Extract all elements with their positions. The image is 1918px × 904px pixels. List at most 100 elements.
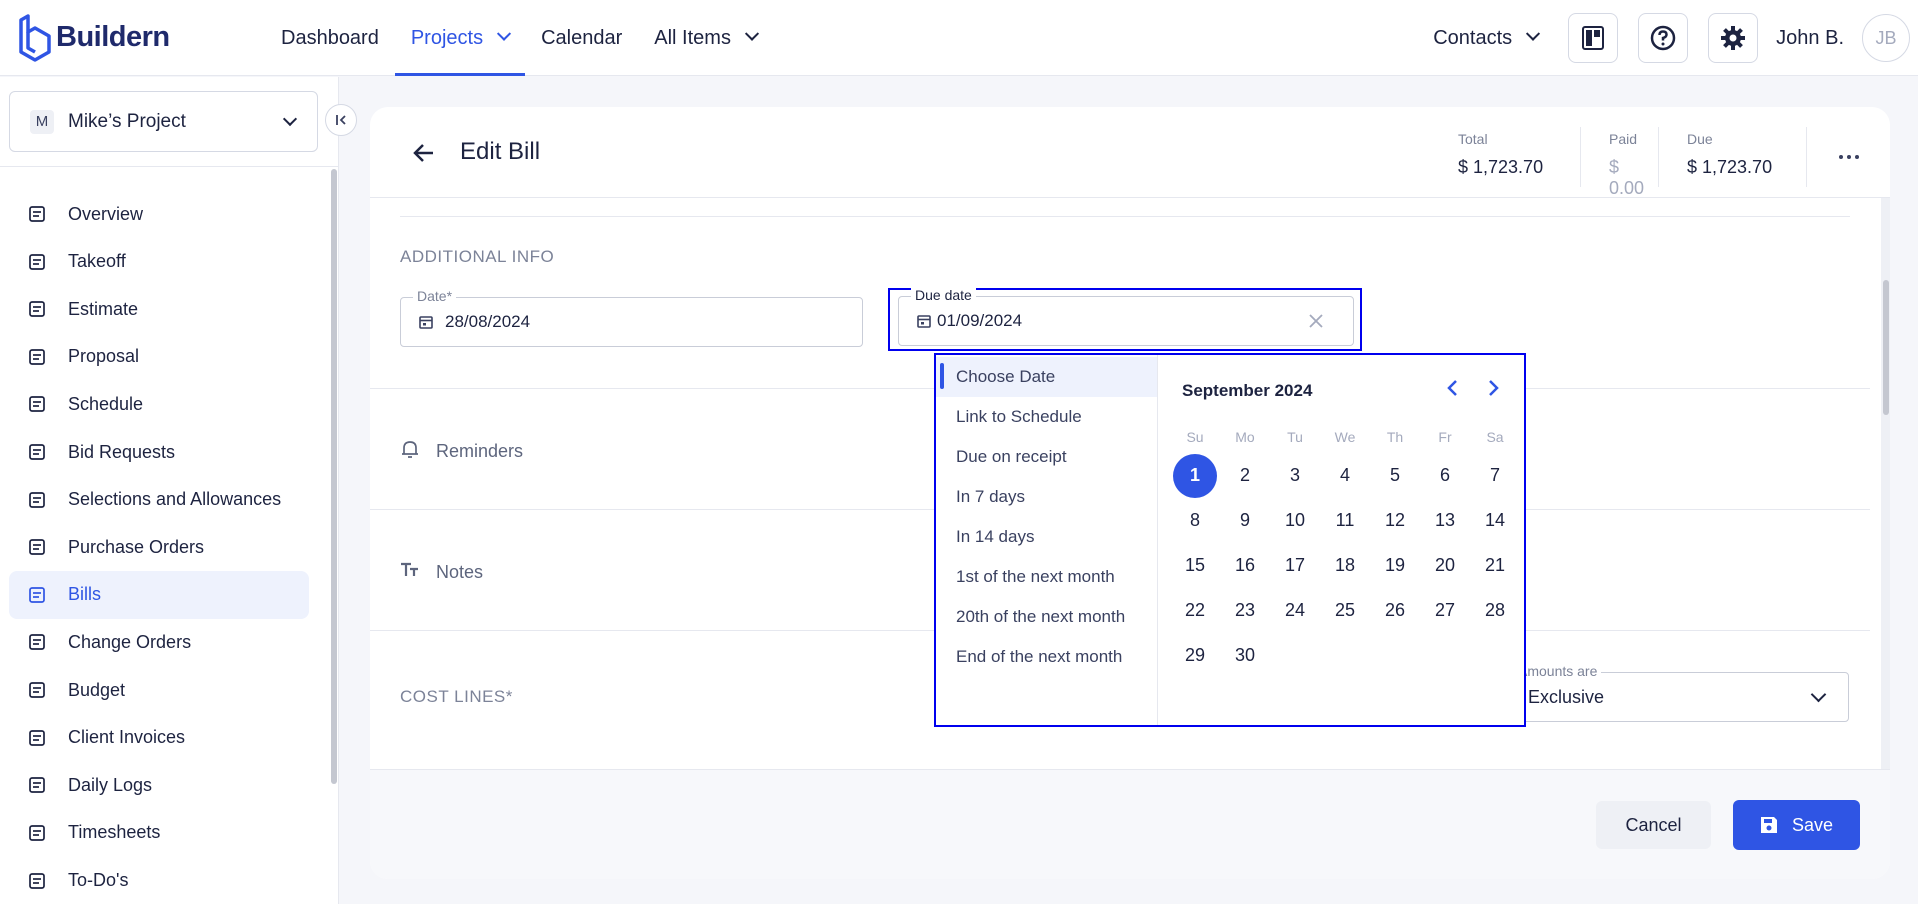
calendar-day[interactable]: 19 (1370, 543, 1420, 588)
date-option-end-of-the-next-month[interactable]: End of the next month (936, 637, 1157, 677)
date-option-choose-date[interactable]: Choose Date (936, 357, 1157, 397)
nav-calendar[interactable]: Calendar (525, 0, 638, 76)
collapse-sidebar-button[interactable] (325, 104, 357, 136)
due-block: Due $ 1,723.70 (1658, 127, 1806, 187)
help-button[interactable] (1638, 13, 1689, 63)
bell-icon (400, 439, 420, 464)
nav-projects[interactable]: Projects (394, 0, 526, 76)
calendar-day[interactable]: 11 (1320, 498, 1370, 543)
sidebar-item-takeoff[interactable]: Takeoff (9, 238, 309, 286)
sidebar-item-label: Takeoff (68, 251, 126, 272)
calendar-day[interactable]: 21 (1470, 543, 1520, 588)
change-order-icon (27, 632, 47, 652)
calendar-day[interactable]: 23 (1220, 588, 1270, 633)
sidebar-item-selections-and-allowances[interactable]: Selections and Allowances (9, 476, 309, 524)
date-option-due-on-receipt[interactable]: Due on receipt (936, 437, 1157, 477)
nav-dashboard[interactable]: Dashboard (265, 0, 395, 76)
calendar-day[interactable]: 2 (1220, 453, 1270, 498)
sidebar-item-bills[interactable]: Bills (9, 570, 309, 619)
sidebar-item-estimate[interactable]: Estimate (9, 285, 309, 333)
buildern-logo[interactable]: Buildern (18, 12, 170, 62)
collapse-icon (336, 115, 346, 125)
sidebar-item-timesheets[interactable]: Timesheets (9, 809, 309, 857)
user-name[interactable]: John B. (1776, 27, 1844, 50)
amounts-select[interactable]: Amounts are Exclusive (1514, 663, 1849, 722)
sidebar-item-bid-requests[interactable]: Bid Requests (9, 428, 309, 476)
calendar-day[interactable]: 4 (1320, 453, 1370, 498)
calendar-day[interactable]: 25 (1320, 588, 1370, 633)
project-badge: M (30, 109, 54, 134)
calendar-day-label: 7 (1489, 465, 1500, 485)
chevron-down-icon (497, 26, 512, 41)
avatar[interactable]: JB (1862, 14, 1910, 62)
sidebar-item-proposal[interactable]: Proposal (9, 333, 309, 381)
calendar-day[interactable]: 12 (1370, 498, 1420, 543)
due-date-label: Due date (911, 287, 976, 303)
date-option-in-7-days[interactable]: In 7 days (936, 477, 1157, 517)
calendar-day[interactable]: 24 (1270, 588, 1320, 633)
nav-all-items[interactable]: All Items (638, 0, 773, 76)
reminders-row[interactable]: Reminders (400, 439, 523, 464)
nav-contacts-label: Contacts (1433, 26, 1513, 49)
nav-contacts[interactable]: Contacts (1433, 26, 1541, 50)
sidebar-item-label: Budget (68, 679, 126, 700)
calendar-day[interactable]: 26 (1370, 588, 1420, 633)
calendar-day[interactable]: 22 (1170, 588, 1220, 633)
next-month-button[interactable] (1486, 379, 1500, 402)
date-option-link-to-schedule[interactable]: Link to Schedule (936, 397, 1157, 437)
back-button[interactable] (412, 141, 436, 170)
sidebar-item-budget[interactable]: Budget (9, 666, 309, 714)
calendar-day-label: 13 (1434, 510, 1456, 530)
calendar-day[interactable]: 14 (1470, 498, 1520, 543)
date-option-1st-of-the-next-month[interactable]: 1st of the next month (936, 557, 1157, 597)
calendar-day[interactable]: 7 (1470, 453, 1520, 498)
sidebar-item-schedule[interactable]: Schedule (9, 380, 309, 428)
sidebar: M Mike’s Project Overview Takeoff Estimate… (0, 77, 339, 904)
more-options-button[interactable] (1806, 127, 1890, 187)
calendar-day[interactable]: 16 (1220, 543, 1270, 588)
sidebar-item-daily-logs[interactable]: Daily Logs (9, 761, 309, 809)
calendar-day[interactable]: 18 (1320, 543, 1370, 588)
calendar-day[interactable]: 20 (1420, 543, 1470, 588)
calendar-day-label: 24 (1284, 600, 1306, 620)
sidebar-item-overview[interactable]: Overview (9, 190, 309, 238)
settings-button[interactable] (1708, 13, 1759, 63)
project-selector[interactable]: M Mike’s Project (9, 91, 318, 152)
clear-date-icon[interactable] (1309, 311, 1323, 334)
calendar-day[interactable]: 30 (1220, 633, 1270, 678)
sidebar-item-to-do-s[interactable]: To-Do's (9, 857, 309, 904)
content-scrollbar-thumb[interactable] (1883, 280, 1889, 415)
calendar-day[interactable]: 29 (1170, 633, 1220, 678)
calendar-day[interactable]: 9 (1220, 498, 1270, 543)
calendar-day-selected[interactable]: 1 (1170, 453, 1220, 498)
calendar-day[interactable]: 15 (1170, 543, 1220, 588)
previous-month-button[interactable] (1446, 379, 1460, 402)
calendar-day[interactable]: 5 (1370, 453, 1420, 498)
top-bar: Buildern Dashboard Projects Calendar All… (0, 0, 1918, 76)
presentation-icon (27, 204, 47, 224)
date-option-20th-of-the-next-month[interactable]: 20th of the next month (936, 597, 1157, 637)
save-label: Save (1791, 814, 1834, 835)
calendar-day[interactable]: 8 (1170, 498, 1220, 543)
due-date-field[interactable]: Due date 01/09/2024 (898, 287, 1354, 346)
sidebar-item-purchase-orders[interactable]: Purchase Orders (9, 523, 309, 571)
chevron-down-icon (282, 111, 298, 126)
sidebar-scrollbar[interactable] (331, 169, 337, 784)
project-name: Mike’s Project (68, 110, 186, 132)
weekday-label: Fr (1438, 429, 1452, 445)
cancel-button[interactable]: Cancel (1596, 801, 1711, 849)
calendar-day[interactable]: 17 (1270, 543, 1320, 588)
date-option-in-14-days[interactable]: In 14 days (936, 517, 1157, 557)
sidebar-item-change-orders[interactable]: Change Orders (9, 618, 309, 666)
calendar-day[interactable]: 10 (1270, 498, 1320, 543)
calendar-day[interactable]: 28 (1470, 588, 1520, 633)
calendar-day[interactable]: 27 (1420, 588, 1470, 633)
save-button[interactable]: Save (1733, 800, 1860, 850)
calendar-day[interactable]: 13 (1420, 498, 1470, 543)
calendar-day[interactable]: 6 (1420, 453, 1470, 498)
sidebar-item-client-invoices[interactable]: Client Invoices (9, 714, 309, 762)
calendar-day[interactable]: 3 (1270, 453, 1320, 498)
notes-row[interactable]: Notes (400, 560, 483, 585)
layout-button[interactable] (1568, 13, 1619, 63)
date-field[interactable]: Date* 28/08/2024 (400, 288, 863, 347)
